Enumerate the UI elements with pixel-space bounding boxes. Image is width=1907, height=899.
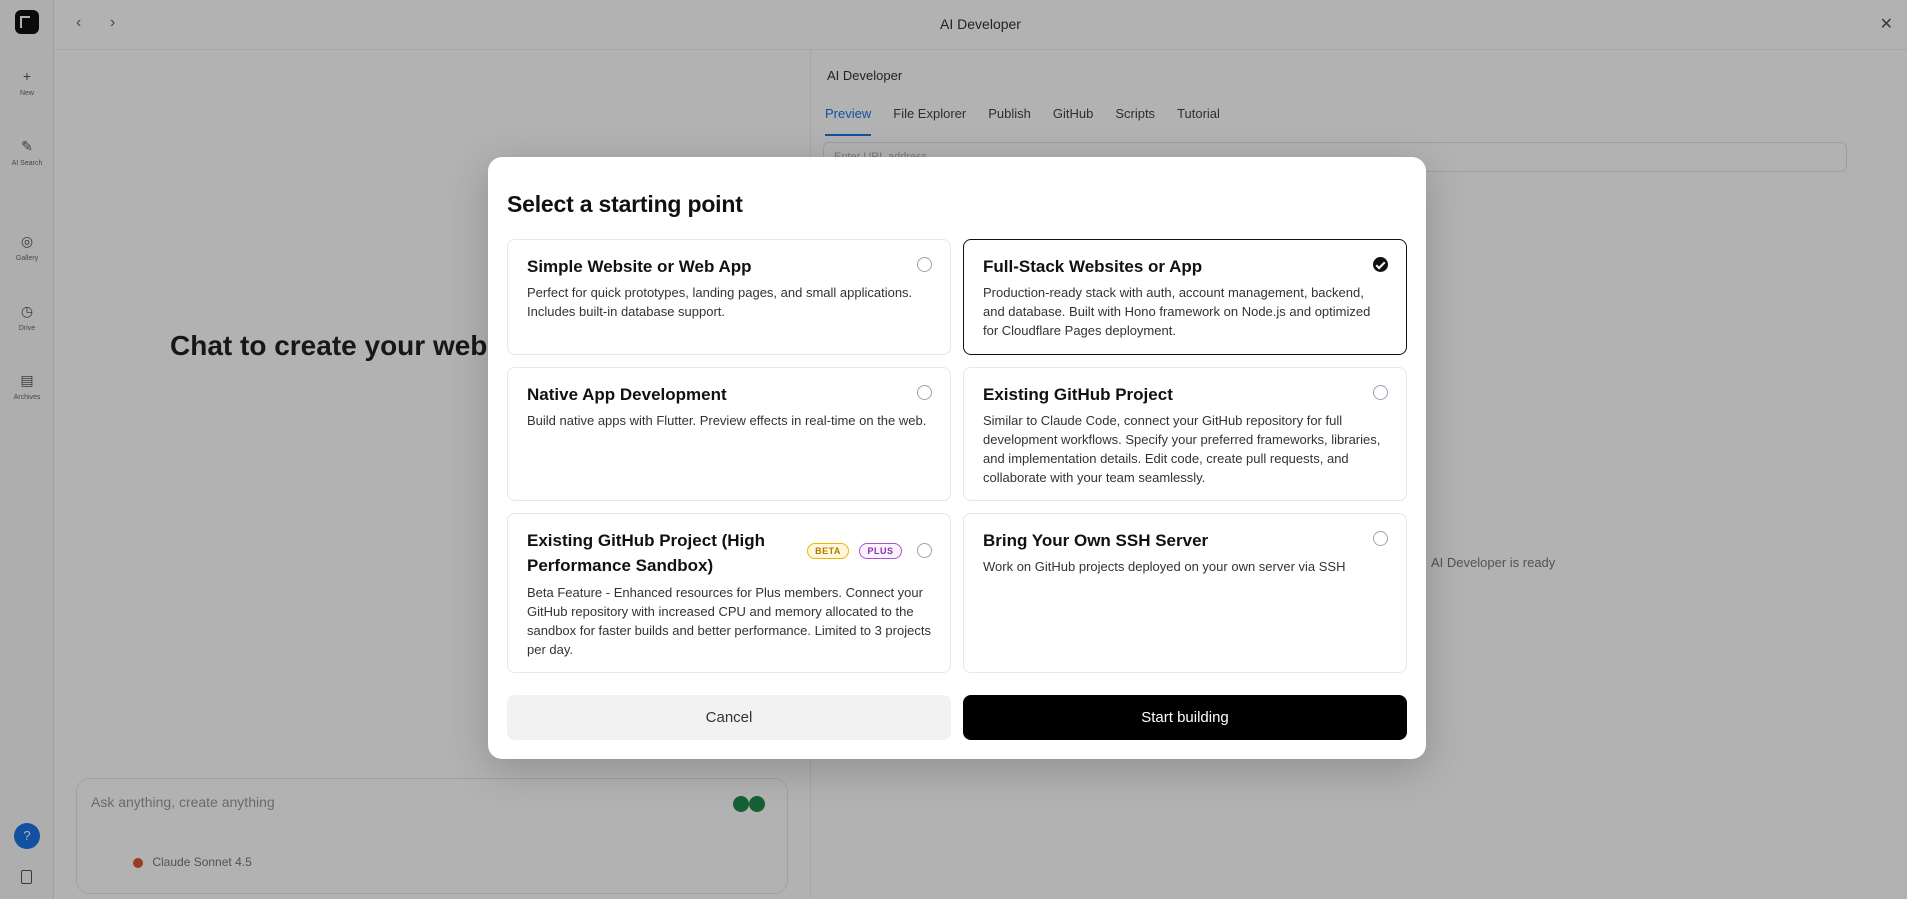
option-full-stack[interactable]: Full-Stack Websites or App Production-re… bbox=[963, 239, 1407, 355]
option-title: Simple Website or Web App bbox=[527, 257, 752, 276]
start-building-button[interactable]: Start building bbox=[963, 695, 1407, 740]
option-title: Existing GitHub Project bbox=[983, 385, 1173, 404]
dialog-title: Select a starting point bbox=[507, 191, 743, 217]
option-radio[interactable] bbox=[917, 257, 932, 272]
plus-badge: PLUS bbox=[859, 543, 902, 559]
beta-badge: BETA bbox=[807, 543, 849, 559]
option-description: Perfect for quick prototypes, landing pa… bbox=[527, 285, 913, 319]
option-description: Production-ready stack with auth, accoun… bbox=[983, 285, 1371, 338]
option-description: Build native apps with Flutter. Preview … bbox=[527, 413, 927, 428]
option-native-app[interactable]: Native App Development Build native apps… bbox=[507, 367, 951, 501]
option-radio[interactable] bbox=[917, 543, 932, 558]
option-github-high-performance[interactable]: Existing GitHub Project (High Performanc… bbox=[507, 513, 951, 673]
option-radio[interactable] bbox=[1373, 531, 1388, 546]
option-ssh-server[interactable]: Bring Your Own SSH Server Work on GitHub… bbox=[963, 513, 1407, 673]
option-radio[interactable] bbox=[1373, 385, 1388, 400]
option-description: Similar to Claude Code, connect your Git… bbox=[983, 413, 1381, 485]
option-existing-github[interactable]: Existing GitHub Project Similar to Claud… bbox=[963, 367, 1407, 501]
option-title: Bring Your Own SSH Server bbox=[983, 531, 1209, 550]
starting-point-dialog: Select a starting point Simple Website o… bbox=[488, 157, 1426, 759]
option-description: Beta Feature - Enhanced resources for Pl… bbox=[527, 585, 931, 657]
option-title: Native App Development bbox=[527, 385, 727, 404]
option-description: Work on GitHub projects deployed on your… bbox=[983, 559, 1346, 574]
cancel-button[interactable]: Cancel bbox=[507, 695, 951, 740]
option-title: Existing GitHub Project (High Performanc… bbox=[527, 531, 766, 575]
option-radio[interactable] bbox=[917, 385, 932, 400]
option-simple-website[interactable]: Simple Website or Web App Perfect for qu… bbox=[507, 239, 951, 355]
option-title: Full-Stack Websites or App bbox=[983, 257, 1203, 276]
option-radio-checked-icon[interactable] bbox=[1373, 257, 1388, 272]
